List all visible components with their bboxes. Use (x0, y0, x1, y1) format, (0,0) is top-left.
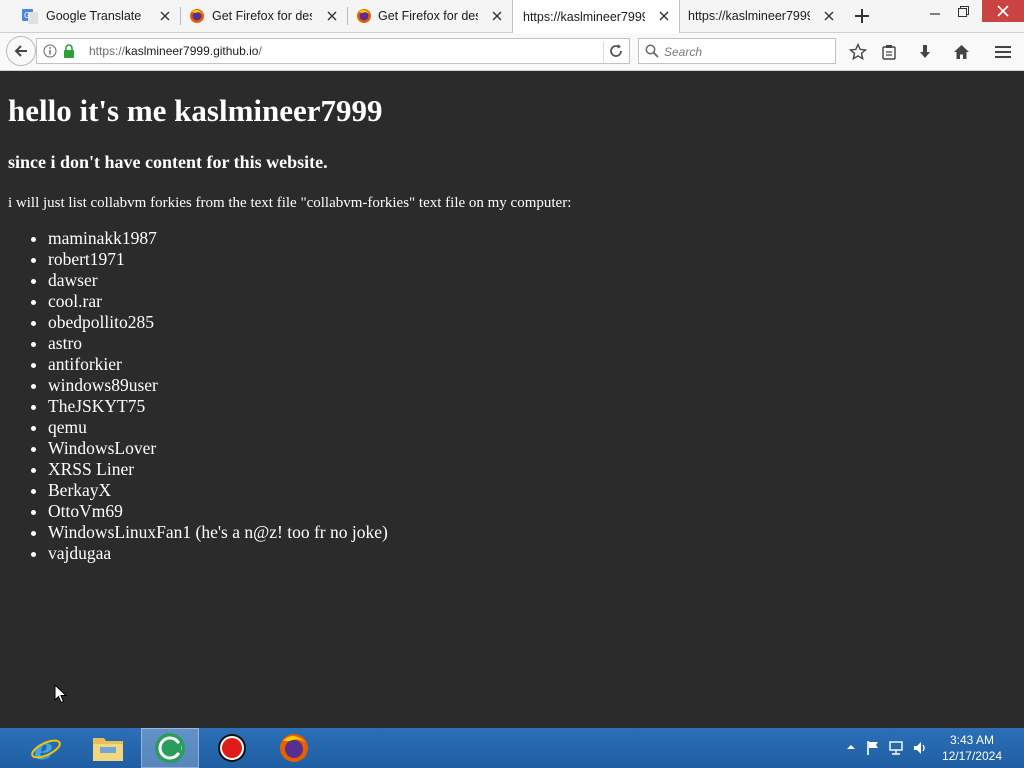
tab-get-firefox-2[interactable]: Get Firefox for des (348, 0, 512, 32)
list-item: WindowsLinuxFan1 (he's a n@z! too fr no … (48, 522, 388, 543)
mouse-cursor-icon (54, 684, 68, 704)
tab-strip: G Google Translate Get Firefox for des G… (0, 0, 1024, 33)
restore-button[interactable] (950, 0, 976, 22)
list-item: astro (48, 333, 388, 354)
file-explorer-icon (93, 738, 123, 761)
page-subtitle: since i don't have content for this webs… (8, 152, 328, 172)
close-tab-icon[interactable] (490, 9, 504, 23)
url-text: https://kaslmineer7999.github.io/ (89, 44, 262, 58)
restore-icon (957, 5, 969, 17)
page-title: hello it's me kaslmineer7999 (8, 93, 383, 128)
taskbar-firefox[interactable] (265, 728, 323, 768)
reload-button[interactable] (603, 42, 628, 62)
search-bar[interactable]: Search (638, 38, 836, 64)
list-item: XRSS Liner (48, 459, 388, 480)
close-tab-icon[interactable] (822, 9, 836, 23)
search-icon (645, 44, 659, 58)
tab-label: https://kaslmineer7999 (523, 9, 645, 24)
clock[interactable]: 3:43 AM 12/17/2024 (942, 732, 1002, 764)
taskbar-recorder[interactable] (203, 728, 261, 768)
list-item: robert1971 (48, 249, 388, 270)
list-item: TheJSKYT75 (48, 396, 388, 417)
list-item: antiforkier (48, 354, 388, 375)
url-path: / (258, 44, 262, 58)
close-icon (997, 5, 1009, 17)
back-arrow-icon (14, 45, 27, 57)
close-tab-icon[interactable] (657, 9, 671, 23)
internet-explorer-icon: e (31, 732, 61, 764)
taskbar-collabvm[interactable] (141, 728, 199, 768)
close-tab-icon[interactable] (325, 9, 339, 23)
firefox-icon (190, 9, 204, 23)
firefox-icon (357, 9, 371, 23)
hamburger-menu-icon (995, 46, 1011, 58)
taskbar-internet-explorer[interactable]: e (17, 728, 75, 768)
reading-list-button[interactable] (878, 41, 900, 63)
tab-label: Get Firefox for des (212, 9, 312, 23)
close-tab-icon[interactable] (158, 9, 172, 23)
url-bar[interactable]: https://kaslmineer7999.github.io/ (36, 38, 630, 64)
clock-time: 3:43 AM (949, 733, 994, 747)
recorder-icon (218, 734, 246, 762)
list-item: windows89user (48, 375, 388, 396)
url-host: kaslmineer7999.github.io (125, 44, 259, 58)
list-item: WindowsLover (48, 438, 388, 459)
home-button[interactable] (950, 41, 972, 63)
system-tray: 3:43 AM 12/17/2024 (824, 728, 1024, 768)
tab-label: https://kaslmineer7999 (688, 9, 810, 23)
forkie-list: maminakk1987 robert1971 dawser cool.rar … (8, 228, 388, 564)
bookmark-star-button[interactable] (847, 41, 869, 63)
url-scheme: https:// (89, 44, 126, 58)
collabvm-icon (155, 733, 185, 763)
tab-google-translate[interactable]: G Google Translate (0, 0, 180, 32)
minimize-icon (930, 13, 940, 15)
new-tab-plus-icon[interactable] (852, 6, 872, 26)
downloads-button[interactable] (914, 41, 936, 63)
volume-icon[interactable] (912, 740, 928, 756)
close-window-button[interactable] (982, 0, 1024, 22)
navigation-toolbar: https://kaslmineer7999.github.io/ Search (0, 33, 1024, 71)
list-item: dawser (48, 270, 388, 291)
tab-label: Get Firefox for des (378, 9, 478, 23)
star-icon (849, 43, 867, 61)
google-translate-icon: G (22, 9, 38, 24)
taskbar: e 3:43 AM 12/17/2024 (0, 728, 1024, 768)
list-item: obedpollito285 (48, 312, 388, 333)
info-icon[interactable] (43, 44, 57, 58)
page-content: hello it's me kaslmineer7999 since i don… (0, 71, 1024, 728)
tab-label: Google Translate (46, 9, 142, 23)
back-button[interactable] (6, 36, 36, 66)
network-icon[interactable] (888, 740, 904, 756)
list-item: maminakk1987 (48, 228, 388, 249)
minimize-button[interactable] (920, 0, 950, 22)
taskbar-file-explorer[interactable] (79, 728, 137, 768)
list-item: BerkayX (48, 480, 388, 501)
list-item: OttoVm69 (48, 501, 388, 522)
menu-button[interactable] (992, 41, 1014, 63)
clock-date: 12/17/2024 (941, 749, 1002, 763)
firefox-icon (280, 734, 308, 762)
home-icon (953, 45, 969, 59)
tab-kaslmineer-active[interactable]: https://kaslmineer7999 (512, 0, 680, 33)
tab-kaslmineer[interactable]: https://kaslmineer7999 (680, 0, 844, 32)
reload-icon (610, 44, 622, 57)
action-center-flag-icon[interactable] (866, 740, 880, 756)
list-item: vajdugaa (48, 543, 388, 564)
search-placeholder: Search (664, 45, 703, 59)
show-hidden-icons-chevron-icon[interactable] (846, 740, 856, 754)
tab-get-firefox-1[interactable]: Get Firefox for des (181, 0, 347, 32)
list-item: cool.rar (48, 291, 388, 312)
lock-icon (64, 44, 74, 58)
list-item: qemu (48, 417, 388, 438)
svg-text:G: G (24, 11, 30, 20)
clipboard-icon (882, 45, 896, 60)
page-intro: i will just list collabvm forkies from t… (8, 195, 572, 211)
download-arrow-icon (920, 45, 930, 58)
